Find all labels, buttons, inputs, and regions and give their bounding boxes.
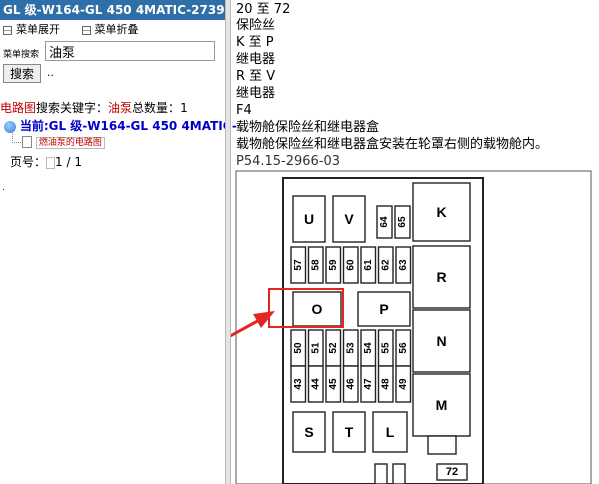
search-label: 菜单搜索 xyxy=(3,50,40,60)
window-title: GL 级-W164-GL 450 4MATIC-273923-G xyxy=(0,0,225,20)
fuse-54-label: 54 xyxy=(363,342,374,354)
fuse-62-label: 62 xyxy=(380,259,391,271)
text-box-location: 载物舱保险丝和继电器盒安装在轮罩右侧的载物舱内。 xyxy=(236,137,549,152)
text-fuse-range: 20 至 72 xyxy=(236,2,291,17)
fuse-57-label: 57 xyxy=(293,259,304,271)
fuse-50-label: 50 xyxy=(293,342,304,354)
fuse-52-label: 52 xyxy=(328,342,339,354)
relay-k-label: K xyxy=(436,204,446,220)
tree-root-label: 当前:GL 级-W164-GL 450 4MATIC- xyxy=(19,119,237,133)
pager-label: 页号： xyxy=(10,155,47,169)
text-box-name: 载物舱保险丝和继电器盒 xyxy=(236,120,380,135)
document-icon xyxy=(22,135,32,148)
relay-n-label: N xyxy=(436,333,446,349)
menu-bar: 菜单展开 菜单折叠 xyxy=(0,20,225,40)
fuse-48-label: 48 xyxy=(380,378,391,390)
fuse-44-label: 44 xyxy=(310,378,321,390)
left-panel: GL 级-W164-GL 450 4MATIC-273923-G 菜单展开 菜单… xyxy=(0,0,237,484)
search-input[interactable] xyxy=(45,41,215,61)
fuse-box-diagram: U V K R O P N M S T L 64 65 57 58 59 60 61 62 63 50 51 52 53 54 5… xyxy=(231,170,592,484)
relay-v-label: V xyxy=(344,211,354,227)
stats-prefix: 电路图 xyxy=(0,101,37,115)
fuse-58-label: 58 xyxy=(310,259,321,271)
fuse-72-label: 72 xyxy=(446,466,458,478)
tree-child-link[interactable]: 燃油泵的电路图 xyxy=(35,137,105,149)
fuse-43-label: 43 xyxy=(293,378,304,390)
expand-icon xyxy=(3,25,12,35)
collapse-icon xyxy=(81,25,91,35)
fuse-45-label: 45 xyxy=(328,378,339,390)
relay-p-label: P xyxy=(379,301,388,317)
relay-l-label: L xyxy=(386,424,395,440)
search-button[interactable]: 搜索 xyxy=(3,64,41,83)
fuse-46-label: 46 xyxy=(345,378,356,390)
slot-c-box xyxy=(392,463,406,484)
menu-collapse-button[interactable]: 菜单折叠 xyxy=(81,23,139,36)
relay-t-label: T xyxy=(345,424,354,440)
fuse-64-label: 64 xyxy=(379,216,390,228)
stats-count-label: 总数量： xyxy=(132,101,181,115)
fuse-51-label: 51 xyxy=(310,342,321,354)
stats-count: 1 xyxy=(180,101,188,115)
fuse-65-label: 65 xyxy=(397,216,408,228)
fuse-49-label: 49 xyxy=(398,378,409,390)
relay-r-label: R xyxy=(436,269,446,285)
relay-o-label: O xyxy=(312,301,323,317)
fuse-59-label: 59 xyxy=(328,259,339,271)
text-relay-range-1: K 至 P xyxy=(236,35,274,50)
relay-s-label: S xyxy=(304,424,313,440)
page-checkbox[interactable] xyxy=(46,156,56,169)
search-stats: 电路图搜索关键字：油泵总数量：1 xyxy=(0,99,188,116)
text-relay-1: 继电器 xyxy=(236,52,276,67)
content-panel: 20 至 72 保险丝 K 至 P 继电器 R 至 V 继电器 F4 载物舱保险… xyxy=(231,0,599,484)
stats-keyword-label: 搜索关键字： xyxy=(36,101,109,115)
fuse-60-label: 60 xyxy=(345,259,356,271)
fuse-63-label: 63 xyxy=(398,259,409,271)
relay-u-label: U xyxy=(304,211,314,227)
slot-a-box xyxy=(427,435,457,455)
text-fuse: 保险丝 xyxy=(236,18,276,33)
fuse-53-label: 53 xyxy=(345,342,356,354)
tiny-link[interactable]: . xyxy=(2,183,5,193)
text-relay-2: 继电器 xyxy=(236,86,276,101)
search-row: 菜单搜索 xyxy=(0,40,225,62)
pager-value: 1 / 1 xyxy=(55,155,82,169)
fuse-47-label: 47 xyxy=(363,378,374,390)
menu-expand-button[interactable]: 菜单展开 xyxy=(3,23,64,36)
text-code: F4 xyxy=(236,103,252,118)
fuse-56-label: 56 xyxy=(398,342,409,354)
slot-b-box xyxy=(374,463,388,484)
fuse-61-label: 61 xyxy=(363,259,374,271)
relay-m-label: M xyxy=(436,397,448,413)
text-relay-range-2: R 至 V xyxy=(236,69,276,84)
search-dots: .. xyxy=(47,66,54,79)
pager: 页号： 1 / 1 xyxy=(10,153,82,170)
tree-root[interactable]: 当前:GL 级-W164-GL 450 4MATIC- xyxy=(4,117,237,134)
tree-child[interactable]: 燃油泵的电路图 xyxy=(22,134,105,149)
stats-keyword: 油泵 xyxy=(108,101,133,115)
fuse-55-label: 55 xyxy=(380,342,391,354)
